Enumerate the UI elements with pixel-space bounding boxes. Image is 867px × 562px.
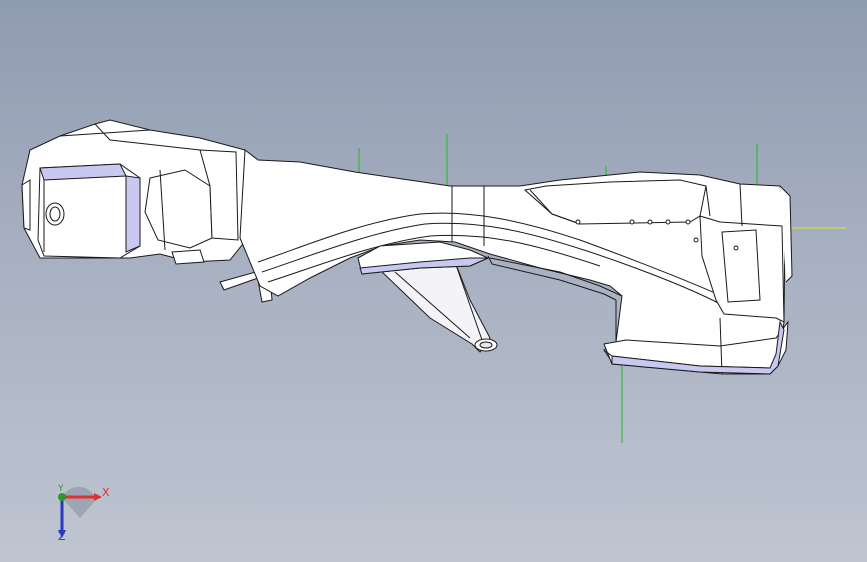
left-housing[interactable]: [21, 119, 258, 263]
funnel-duct[interactable]: [376, 261, 498, 353]
cad-graphics-viewport[interactable]: X Y Z: [0, 0, 867, 562]
main-duct-body[interactable]: [239, 149, 793, 375]
cad-part-model[interactable]: [0, 0, 867, 562]
x-axis-arrowhead: [94, 493, 102, 501]
y-axis-label: Y: [58, 484, 64, 494]
triad-shadow: [62, 486, 96, 518]
z-axis-label: Z: [58, 530, 66, 543]
x-axis-label: X: [102, 486, 110, 499]
